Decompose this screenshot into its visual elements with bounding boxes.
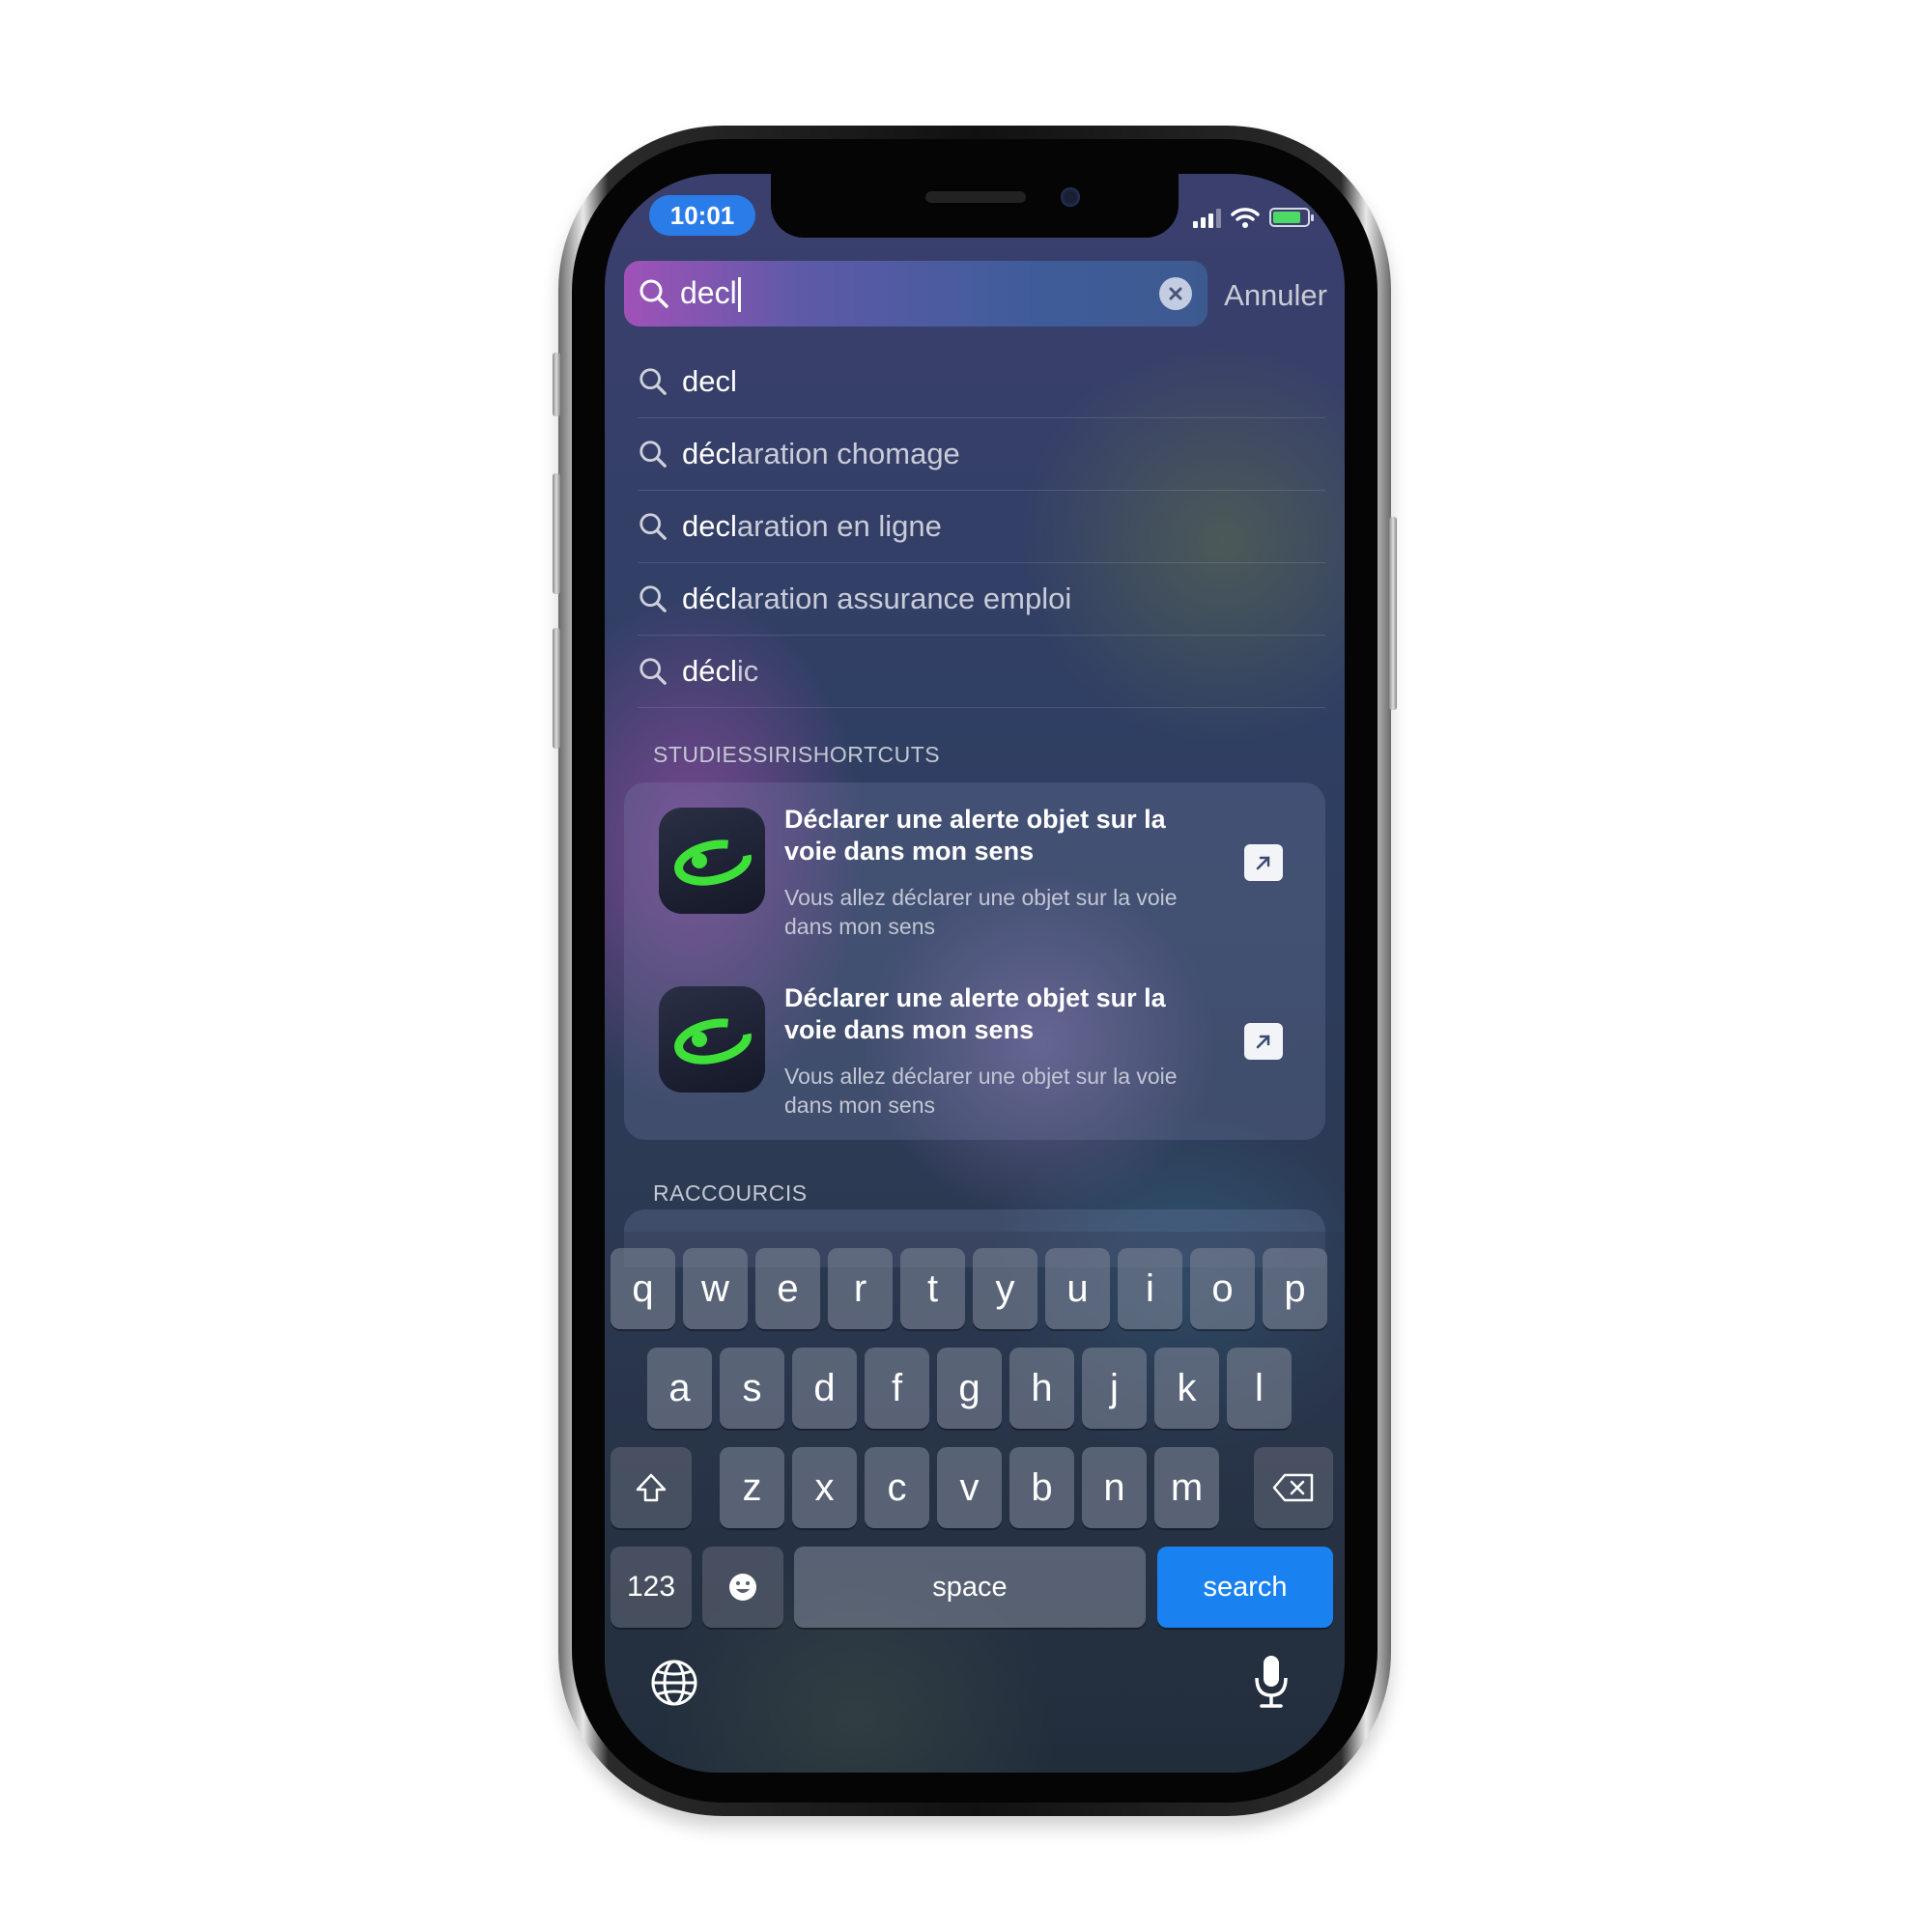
battery-icon — [1269, 208, 1314, 227]
app-icon — [659, 986, 765, 1093]
earpiece — [925, 191, 1026, 203]
key-w[interactable]: w — [683, 1248, 748, 1329]
suggestion-text: declaration en ligne — [682, 509, 942, 543]
suggestion-list: decl déclaration chomage declaration en … — [624, 346, 1325, 708]
delete-icon — [1272, 1473, 1314, 1502]
search-icon — [639, 368, 667, 395]
key-i[interactable]: i — [1118, 1248, 1182, 1329]
suggestion-text: déclaration chomage — [682, 437, 960, 470]
search-key[interactable]: search — [1157, 1547, 1333, 1628]
open-shortcut-button[interactable] — [1244, 844, 1283, 881]
key-x[interactable]: x — [792, 1447, 857, 1528]
key-t[interactable]: t — [900, 1248, 965, 1329]
mute-switch — [553, 353, 560, 416]
numbers-key[interactable]: 123 — [611, 1547, 692, 1628]
front-camera — [1061, 187, 1080, 207]
key-a[interactable]: a — [647, 1348, 712, 1429]
key-r[interactable]: r — [828, 1248, 893, 1329]
shortcut-result[interactable]: Déclarer une alerte objet sur la voie da… — [624, 782, 1325, 947]
search-icon — [639, 279, 668, 308]
key-e[interactable]: e — [755, 1248, 820, 1329]
search-icon — [639, 658, 667, 685]
power-button — [1389, 517, 1397, 710]
suggestion-text: decl — [682, 364, 737, 398]
microphone-icon[interactable] — [1252, 1653, 1291, 1711]
key-s[interactable]: s — [720, 1348, 784, 1429]
key-p[interactable]: p — [1263, 1248, 1327, 1329]
wifi-icon — [1231, 208, 1260, 228]
section-header-raccourcis: RACCOURCIS — [653, 1180, 808, 1206]
key-m[interactable]: m — [1154, 1447, 1219, 1528]
clear-icon — [1169, 287, 1182, 300]
notch — [771, 174, 1179, 238]
arrow-up-right-icon — [1256, 1035, 1270, 1049]
emoji-icon — [729, 1574, 756, 1601]
key-h[interactable]: h — [1009, 1348, 1074, 1429]
shift-icon — [636, 1473, 667, 1502]
key-c[interactable]: c — [865, 1447, 929, 1528]
open-shortcut-button[interactable] — [1244, 1023, 1283, 1060]
key-y[interactable]: y — [973, 1248, 1037, 1329]
globe-icon[interactable] — [649, 1658, 699, 1708]
volume-down-button — [553, 628, 560, 749]
shift-key[interactable] — [611, 1447, 692, 1528]
search-field[interactable]: decl — [624, 261, 1208, 327]
status-time[interactable]: 10:01 — [649, 195, 755, 236]
key-v[interactable]: v — [937, 1447, 1002, 1528]
shortcut-subtitle: Vous allez déclarer une objet sur la voi… — [784, 885, 1178, 939]
key-g[interactable]: g — [937, 1348, 1002, 1429]
screen: 10:01 decl Annuler decl déclaration chom… — [605, 174, 1345, 1773]
suggestion-item[interactable]: déclic — [638, 636, 1325, 708]
suggestion-text: déclaration assurance emploi — [682, 582, 1072, 615]
key-u[interactable]: u — [1045, 1248, 1110, 1329]
app-logo-icon — [674, 1018, 752, 1065]
key-n[interactable]: n — [1082, 1447, 1147, 1528]
delete-key[interactable] — [1254, 1447, 1333, 1528]
shortcut-title: Déclarer une alerte objet sur la voie da… — [784, 805, 1166, 866]
key-j[interactable]: j — [1082, 1348, 1147, 1429]
key-f[interactable]: f — [865, 1348, 929, 1429]
space-key[interactable]: space — [794, 1547, 1146, 1628]
shortcut-subtitle: Vous allez déclarer une objet sur la voi… — [784, 1064, 1178, 1118]
clear-button[interactable] — [1159, 277, 1192, 310]
suggestion-text: déclic — [682, 654, 759, 688]
section-header-app: STUDIESSIRISHORTCUTS — [653, 742, 941, 767]
search-icon — [639, 513, 667, 540]
signal-icon — [1193, 207, 1221, 228]
arrow-up-right-icon — [1256, 856, 1270, 870]
app-icon — [659, 808, 765, 914]
key-z[interactable]: z — [720, 1447, 784, 1528]
app-logo-icon — [674, 839, 752, 886]
status-icons — [1193, 203, 1314, 232]
key-d[interactable]: d — [792, 1348, 857, 1429]
shortcut-card: Déclarer une alerte objet sur la voie da… — [624, 782, 1325, 1140]
key-b[interactable]: b — [1009, 1447, 1074, 1528]
suggestion-item[interactable]: decl — [638, 346, 1325, 418]
search-input[interactable]: decl — [680, 275, 741, 313]
cancel-button[interactable]: Annuler — [1224, 278, 1327, 313]
shortcut-title: Déclarer une alerte objet sur la voie da… — [784, 983, 1166, 1044]
search-icon — [639, 440, 667, 468]
emoji-key[interactable] — [702, 1547, 783, 1628]
suggestion-item[interactable]: déclaration assurance emploi — [638, 563, 1325, 636]
key-o[interactable]: o — [1190, 1248, 1255, 1329]
key-l[interactable]: l — [1227, 1348, 1292, 1429]
text-caret — [737, 277, 741, 313]
keyboard: q w e r t y u i o p a s d f g h j k l z … — [605, 1232, 1345, 1773]
suggestion-item[interactable]: déclaration chomage — [638, 418, 1325, 491]
shortcut-result[interactable]: Déclarer une alerte objet sur la voie da… — [624, 961, 1325, 1125]
key-k[interactable]: k — [1154, 1348, 1219, 1429]
key-q[interactable]: q — [611, 1248, 675, 1329]
volume-up-button — [553, 473, 560, 594]
search-icon — [639, 585, 667, 612]
suggestion-item[interactable]: declaration en ligne — [638, 491, 1325, 563]
